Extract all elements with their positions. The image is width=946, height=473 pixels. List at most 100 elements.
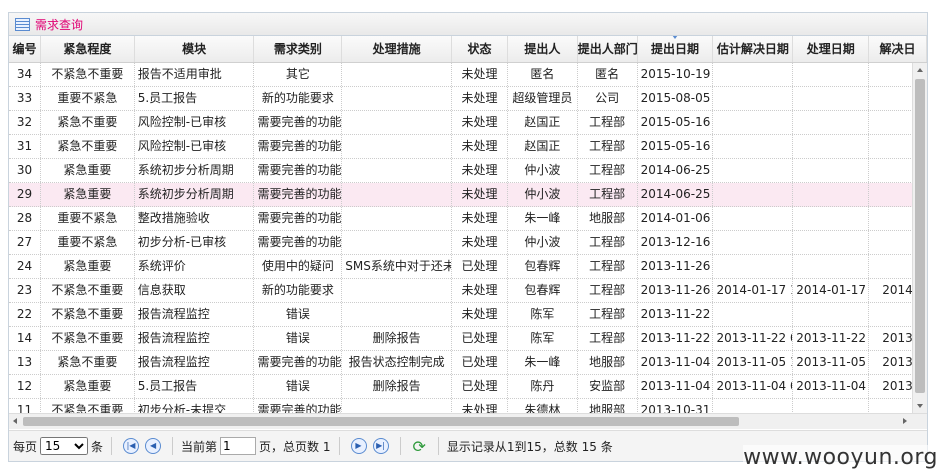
table-cell — [793, 399, 870, 413]
table-cell: 使用中的疑问 — [254, 255, 343, 278]
table-cell: 34 — [9, 63, 41, 86]
last-page-icon[interactable]: ▶| — [372, 438, 389, 454]
table-cell: 工程部 — [578, 279, 638, 302]
table-cell: 2013-11-22 — [793, 327, 870, 350]
column-header[interactable]: 提出人 — [508, 36, 578, 62]
column-header[interactable]: 提出人部门 — [578, 36, 638, 62]
table-cell: 信息获取 — [135, 279, 255, 302]
scroll-down-icon[interactable] — [917, 404, 923, 408]
table-row[interactable]: 27 重要不紧急 初步分析-已审核 需要完善的功能 未处理 仲小波 工程部 2013-12-1… — [9, 231, 927, 255]
next-page-icon[interactable]: ▶ — [350, 438, 367, 454]
table-row[interactable]: 22 不紧急不重要 报告流程监控 错误 未处理 陈军 工程部 2013-11-22 — [9, 303, 927, 327]
table-cell: 28 — [9, 207, 41, 230]
table-cell: 2013-11-22 — [638, 327, 714, 350]
table-cell — [793, 87, 870, 110]
table-cell: 12 — [9, 375, 41, 398]
table-cell: 仲小波 — [508, 231, 578, 254]
scroll-up-icon[interactable] — [917, 68, 923, 72]
per-page-select[interactable]: 15 — [40, 437, 89, 455]
table-row[interactable]: 29 紧急重要 系统初步分析周期 需要完善的功能 未处理 仲小波 工程部 2014-06-25 — [9, 183, 927, 207]
table-cell: 陈丹 — [508, 375, 578, 398]
table-row[interactable]: 11 不紧急不重要 初步分析-未提交 需要完善的功能 未处理 朱德林 地服部 2013-10-… — [9, 399, 927, 413]
column-header[interactable]: 状态 — [452, 36, 508, 62]
scroll-right-icon[interactable] — [903, 418, 907, 424]
table-cell: 重要不紧急 — [41, 87, 135, 110]
table-cell — [713, 207, 794, 230]
column-header[interactable]: 处理日期 — [793, 36, 870, 62]
grid-header: 编号 紧急程度 模块 需求类别 处理措施 状态 提出人 提出人部门 提出日期 估计解决日期 处理日期… — [9, 36, 927, 63]
first-page-icon[interactable]: |◀ — [123, 438, 140, 454]
table-cell: 工程部 — [578, 327, 638, 350]
table-row[interactable]: 28 重要不紧急 整改措施验收 需要完善的功能 未处理 朱一峰 地服部 2014-01-06 — [9, 207, 927, 231]
table-cell: 2013-11-22 — [638, 303, 714, 326]
table-cell: 地服部 — [578, 207, 638, 230]
refresh-icon[interactable]: ⟳ — [413, 437, 426, 456]
table-row[interactable]: 24 紧急重要 系统评价 使用中的疑问 SMS系统中对于还未 已处理 包春辉 工程部 2013-… — [9, 255, 927, 279]
table-cell: 已处理 — [452, 351, 508, 374]
table-row[interactable]: 34 不紧急不重要 报告不适用审批 其它 未处理 匿名 匿名 2015-10-19 — [9, 63, 927, 87]
horizontal-scrollbar[interactable] — [9, 413, 927, 429]
table-cell: 包春辉 — [508, 255, 578, 278]
table-cell — [713, 255, 794, 278]
table-row[interactable]: 32 紧急不重要 风险控制-已审核 需要完善的功能 未处理 赵国正 工程部 2015-05-1… — [9, 111, 927, 135]
table-cell: 工程部 — [578, 111, 638, 134]
table-cell: 2014-01-17 — [793, 279, 870, 302]
vertical-scrollbar[interactable] — [912, 63, 927, 413]
table-cell: 未处理 — [452, 183, 508, 206]
table-cell: 报告状态控制完成 — [342, 351, 453, 374]
table-cell — [342, 231, 453, 254]
table-cell — [793, 111, 870, 134]
table-cell — [342, 87, 453, 110]
panel-title: 需求查询 — [35, 17, 84, 32]
table-cell — [793, 183, 870, 206]
table-cell: 2013-12-16 — [638, 231, 714, 254]
table-row[interactable]: 31 紧急不重要 风险控制-已审核 需要完善的功能 未处理 赵国正 工程部 2015-05-1… — [9, 135, 927, 159]
total-pages-label: 页，总页数 1 — [259, 439, 331, 454]
table-cell: 新的功能要求 — [254, 279, 343, 302]
prev-page-icon[interactable]: ◀ — [145, 438, 162, 454]
table-row[interactable]: 30 紧急重要 系统初步分析周期 需要完善的功能 未处理 仲小波 工程部 2014-06-25 — [9, 159, 927, 183]
table-cell — [342, 183, 453, 206]
column-header[interactable]: 需求类别 — [254, 36, 343, 62]
table-cell: 工程部 — [578, 135, 638, 158]
table-cell — [793, 135, 870, 158]
table-cell: 24 — [9, 255, 41, 278]
column-header[interactable]: 估计解决日期 — [713, 36, 794, 62]
column-header[interactable]: 提出日期 — [638, 36, 714, 62]
table-cell: 删除报告 — [342, 375, 453, 398]
table-cell: 未处理 — [452, 159, 508, 182]
table-cell — [342, 111, 453, 134]
table-row[interactable]: 13 紧急不重要 报告流程监控 需要完善的功能 报告状态控制完成 已处理 朱一峰 地服部 201… — [9, 351, 927, 375]
current-page-input[interactable] — [220, 437, 257, 455]
vertical-scroll-thumb[interactable] — [915, 79, 925, 393]
table-cell: 仲小波 — [508, 159, 578, 182]
table-cell: 2014-06-25 — [638, 183, 714, 206]
table-cell: 27 — [9, 231, 41, 254]
column-header[interactable]: 模块 — [135, 36, 255, 62]
column-header[interactable]: 解决日 — [869, 36, 927, 62]
table-cell: 11 — [9, 399, 41, 413]
table-cell — [713, 231, 794, 254]
table-cell: 5.员工报告 — [135, 375, 255, 398]
table-cell: 错误 — [254, 303, 343, 326]
table-cell: 已处理 — [452, 327, 508, 350]
column-header[interactable]: 紧急程度 — [41, 36, 135, 62]
horizontal-scroll-thumb[interactable] — [23, 417, 739, 426]
table-cell — [713, 111, 794, 134]
table-cell: 初步分析-未提交 — [135, 399, 255, 413]
table-row[interactable]: 33 重要不紧急 5.员工报告 新的功能要求 未处理 超级管理员 公司 2015-08-05 — [9, 87, 927, 111]
table-cell: 系统评价 — [135, 255, 255, 278]
table-cell: 需要完善的功能 — [254, 159, 343, 182]
table-row[interactable]: 12 紧急重要 5.员工报告 错误 删除报告 已处理 陈丹 安监部 2013-11-04 2013… — [9, 375, 927, 399]
table-row[interactable]: 14 不紧急不重要 报告流程监控 错误 删除报告 已处理 陈军 工程部 2013-11-22 20… — [9, 327, 927, 351]
table-cell: 紧急不重要 — [41, 351, 135, 374]
column-header[interactable]: 处理措施 — [342, 36, 453, 62]
current-page-label: 当前第 — [181, 439, 218, 454]
divider — [437, 437, 439, 455]
column-header[interactable]: 编号 — [9, 36, 41, 62]
table-cell — [713, 303, 794, 326]
scroll-left-icon[interactable] — [13, 418, 17, 424]
table-row[interactable]: 23 不紧急不重要 信息获取 新的功能要求 未处理 包春辉 工程部 2013-11-26 201… — [9, 279, 927, 303]
table-cell — [793, 159, 870, 182]
table-cell: 工程部 — [578, 183, 638, 206]
